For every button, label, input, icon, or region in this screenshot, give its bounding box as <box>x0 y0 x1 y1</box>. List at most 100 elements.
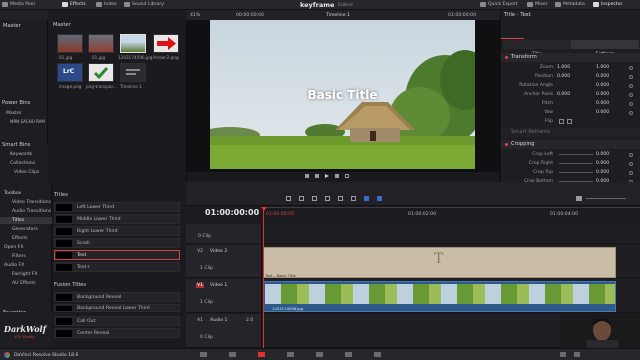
play-icon[interactable] <box>325 174 329 178</box>
volume-slider[interactable] <box>586 198 626 199</box>
flag-icon[interactable] <box>364 196 369 201</box>
home-icon[interactable] <box>560 352 566 357</box>
edit-page-icon[interactable] <box>258 352 265 357</box>
loop-icon[interactable] <box>345 174 349 178</box>
position-keyframe-icon[interactable] <box>629 75 633 79</box>
volume-icon[interactable] <box>576 196 582 201</box>
crop-left-keyframe-icon[interactable] <box>629 153 633 157</box>
deliver-page-icon[interactable] <box>374 352 381 357</box>
title-text[interactable]: Text <box>54 250 180 260</box>
trim-tool-icon[interactable] <box>299 196 304 201</box>
anchor-x-field[interactable]: 0.000 <box>557 92 570 97</box>
timeline-ruler[interactable] <box>262 207 640 208</box>
cut-page-icon[interactable] <box>229 352 236 357</box>
crop-left-slider[interactable] <box>559 154 593 155</box>
transform-section[interactable]: Transform <box>501 53 640 62</box>
clip-thumb-7[interactable] <box>120 63 146 82</box>
rewind-icon[interactable] <box>305 174 309 178</box>
crop-left-field[interactable]: 0.000 <box>596 152 609 157</box>
media-pool-tab[interactable]: Media Pool <box>2 2 35 7</box>
tab-transition[interactable]: Transition <box>571 21 594 48</box>
marker-icon[interactable] <box>377 196 382 201</box>
yaw-keyframe-icon[interactable] <box>629 111 633 115</box>
inspector-tab[interactable]: Inspector <box>593 2 622 7</box>
crop-top-keyframe-icon[interactable] <box>629 171 633 175</box>
transform-enabled-icon[interactable] <box>505 56 508 59</box>
fx-effects[interactable]: Effects <box>12 236 28 241</box>
effects-tab[interactable]: Effects <box>62 2 86 7</box>
fusion-background-reveal[interactable]: Background Reveal <box>54 292 180 302</box>
clip-thumb-4[interactable] <box>153 34 179 53</box>
zoom-x-field[interactable]: 1.000 <box>557 65 570 70</box>
playhead[interactable] <box>263 207 264 348</box>
subtab-settings[interactable]: Settings <box>571 40 639 57</box>
sound-library-tab[interactable]: Sound Library <box>124 2 164 7</box>
fusion-center-reveal[interactable]: Center Reveal <box>54 328 180 338</box>
tab-image[interactable]: Image <box>594 21 617 49</box>
fx-titles[interactable]: Titles <box>12 218 24 223</box>
v2-name[interactable]: Video 2 <box>210 249 227 254</box>
smart-bin-video-clips[interactable]: Video Clips <box>14 170 39 175</box>
linked-selection-icon[interactable] <box>351 196 356 201</box>
insert-clip-icon[interactable] <box>325 196 330 201</box>
title-right-lower-third[interactable]: Right Lower Third <box>54 226 180 236</box>
rotation-keyframe-icon[interactable] <box>629 84 633 88</box>
fx-audio-transitions[interactable]: Audio Transitions <box>12 209 51 214</box>
title-left-lower-third[interactable]: Left Lower Third <box>54 202 180 212</box>
title-text-plus[interactable]: Text+ <box>54 262 180 272</box>
crop-right-slider[interactable] <box>559 163 593 164</box>
flip-vertical-icon[interactable] <box>567 119 572 124</box>
smart-bin-collections[interactable]: Collections <box>10 161 35 166</box>
v1-name[interactable]: Video 1 <box>210 283 227 288</box>
crop-top-slider[interactable] <box>559 172 593 173</box>
metadata-tab[interactable]: Metadata <box>555 2 585 7</box>
index-tab[interactable]: Index <box>96 2 117 7</box>
zoom-y-field[interactable]: 1.000 <box>596 65 609 70</box>
title-scroll[interactable]: Scroll <box>54 238 180 248</box>
viewer-frame[interactable]: Basic Title <box>210 20 475 169</box>
cropping-section[interactable]: Cropping <box>501 140 640 149</box>
fusion-call-out[interactable]: Call Out <box>54 316 180 326</box>
subtab-title[interactable]: Title <box>503 40 571 57</box>
title-clip[interactable]: T Text - Basic Title <box>263 247 616 278</box>
flip-horizontal-icon[interactable] <box>559 119 564 124</box>
position-x-field[interactable]: 0.000 <box>557 74 570 79</box>
playhead-marker-icon[interactable] <box>261 207 267 211</box>
clip-thumb-6[interactable] <box>88 63 114 82</box>
fx-toolbox[interactable]: Toolbox <box>4 191 21 196</box>
color-page-icon[interactable] <box>316 352 323 357</box>
v1-label[interactable]: V1 <box>196 283 205 288</box>
clip-thumb-1[interactable] <box>57 34 83 53</box>
fairlight-page-icon[interactable] <box>345 352 352 357</box>
settings-icon[interactable] <box>574 352 580 357</box>
cropping-enabled-icon[interactable] <box>505 143 508 146</box>
fx-video-transitions[interactable]: Video Transitions <box>12 200 51 205</box>
fx-generators[interactable]: Generators <box>12 227 38 232</box>
power-bin-master[interactable]: Master <box>6 111 22 116</box>
stop-icon[interactable] <box>315 174 319 178</box>
clip-thumb-3[interactable] <box>120 34 146 53</box>
anchor-y-field[interactable]: 0.000 <box>596 92 609 97</box>
a1-name[interactable]: Audio 1 <box>210 318 227 323</box>
tab-file[interactable]: File <box>618 21 640 49</box>
crop-top-field[interactable]: 0.000 <box>596 170 609 175</box>
tab-video[interactable]: Video <box>501 21 525 49</box>
pitch-keyframe-icon[interactable] <box>629 102 633 106</box>
mixer-tab[interactable]: Mixer <box>527 2 548 7</box>
video-clip[interactable]: 1203174596.jpg <box>263 281 616 312</box>
media-page-icon[interactable] <box>200 352 207 357</box>
yaw-field[interactable]: 0.000 <box>596 110 609 115</box>
fx-audio-fx[interactable]: Audio FX <box>4 263 24 268</box>
crop-right-keyframe-icon[interactable] <box>629 162 633 166</box>
clip-thumb-5[interactable]: LrC <box>57 63 83 82</box>
master-bin-header[interactable]: Master <box>3 23 21 29</box>
fx-filters[interactable]: Filters <box>12 254 26 259</box>
clip-thumb-2[interactable] <box>88 34 114 53</box>
pitch-field[interactable]: 0.000 <box>596 101 609 106</box>
blade-tool-icon[interactable] <box>312 196 317 201</box>
zoom-keyframe-icon[interactable] <box>629 66 633 70</box>
fx-au-effects[interactable]: AU Effects <box>12 281 36 286</box>
title-overlay-text[interactable]: Basic Title <box>210 88 475 102</box>
tab-audio[interactable]: Audio <box>524 21 547 49</box>
fx-fairlight-fx[interactable]: Fairlight FX <box>12 272 38 277</box>
